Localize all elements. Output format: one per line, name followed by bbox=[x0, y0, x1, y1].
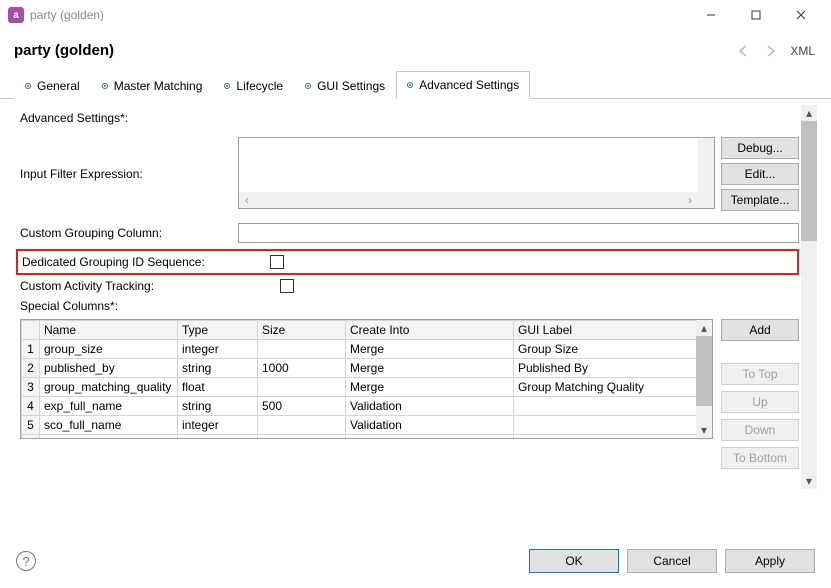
tab-dot-icon bbox=[102, 83, 108, 89]
scroll-up-icon[interactable]: ▴ bbox=[696, 320, 712, 336]
tab-advanced-settings[interactable]: Advanced Settings bbox=[396, 71, 530, 99]
tab-lifecycle[interactable]: Lifecycle bbox=[213, 71, 294, 99]
dedicated-grouping-label: Dedicated Grouping ID Sequence: bbox=[22, 255, 232, 269]
dedicated-grouping-row-highlight: Dedicated Grouping ID Sequence: bbox=[16, 249, 799, 275]
help-icon[interactable]: ? bbox=[16, 551, 36, 571]
cancel-button[interactable]: Cancel bbox=[627, 549, 717, 573]
scroll-down-icon[interactable]: ▾ bbox=[696, 422, 712, 438]
window-title: party (golden) bbox=[30, 8, 688, 22]
scroll-down-icon[interactable]: ▾ bbox=[801, 473, 817, 489]
up-button[interactable]: Up bbox=[721, 391, 799, 413]
th-create-into[interactable]: Create Into bbox=[346, 321, 514, 340]
table-row[interactable]: 5sco_full_nameintegerValidation bbox=[22, 416, 712, 435]
apply-button[interactable]: Apply bbox=[725, 549, 815, 573]
th-name[interactable]: Name bbox=[40, 321, 178, 340]
titlebar: a party (golden) bbox=[0, 0, 831, 30]
scroll-thumb[interactable] bbox=[696, 336, 712, 406]
nav-forward-icon[interactable] bbox=[762, 44, 778, 58]
tab-label: Lifecycle bbox=[236, 79, 283, 93]
page-title: party (golden) bbox=[14, 42, 114, 59]
tab-dot-icon bbox=[25, 83, 31, 89]
edit-button[interactable]: Edit... bbox=[721, 163, 799, 185]
tab-master-matching[interactable]: Master Matching bbox=[91, 71, 214, 99]
tab-label: Master Matching bbox=[114, 79, 203, 93]
th-size[interactable]: Size bbox=[258, 321, 346, 340]
table-vscrollbar[interactable]: ▴ ▾ bbox=[696, 320, 712, 438]
content-vscrollbar[interactable]: ▴ ▾ bbox=[801, 105, 817, 489]
tab-label: General bbox=[37, 79, 80, 93]
tab-dot-icon bbox=[407, 82, 413, 88]
content-pane: Advanced Settings*: Input Filter Express… bbox=[0, 99, 831, 495]
th-type[interactable]: Type bbox=[178, 321, 258, 340]
to-bottom-button[interactable]: To Bottom bbox=[721, 447, 799, 469]
add-button[interactable]: Add bbox=[721, 319, 799, 341]
scroll-right-icon[interactable]: › bbox=[682, 192, 698, 208]
tab-label: GUI Settings bbox=[317, 79, 385, 93]
ok-button[interactable]: OK bbox=[529, 549, 619, 573]
custom-grouping-label: Custom Grouping Column: bbox=[20, 226, 238, 240]
advanced-settings-label: Advanced Settings*: bbox=[20, 111, 238, 125]
tab-general[interactable]: General bbox=[14, 71, 91, 99]
template-button[interactable]: Template... bbox=[721, 189, 799, 211]
scroll-thumb[interactable] bbox=[801, 121, 817, 241]
table-row[interactable]: 4exp_full_namestring500Validation bbox=[22, 397, 712, 416]
to-top-button[interactable]: To Top bbox=[721, 363, 799, 385]
tab-label: Advanced Settings bbox=[419, 78, 519, 92]
hscroll-track[interactable] bbox=[255, 192, 682, 208]
debug-button[interactable]: Debug... bbox=[721, 137, 799, 159]
table-row-new[interactable]: * bbox=[22, 435, 712, 440]
input-filter-label: Input Filter Expression: bbox=[20, 167, 238, 181]
input-filter-textarea[interactable]: ‹ › bbox=[238, 137, 715, 209]
custom-grouping-input[interactable] bbox=[238, 223, 799, 243]
table-row[interactable]: 3group_matching_qualityfloatMergeGroup M… bbox=[22, 378, 712, 397]
nav-back-icon[interactable] bbox=[738, 44, 754, 58]
xml-toggle[interactable]: XML bbox=[790, 44, 815, 58]
tab-gui-settings[interactable]: GUI Settings bbox=[294, 71, 396, 99]
tab-bar: General Master Matching Lifecycle GUI Se… bbox=[0, 71, 831, 99]
app-icon: a bbox=[8, 7, 24, 23]
scroll-up-icon[interactable]: ▴ bbox=[801, 105, 817, 121]
header: party (golden) XML bbox=[0, 30, 831, 65]
minimize-button[interactable] bbox=[688, 1, 733, 29]
scroll-left-icon[interactable]: ‹ bbox=[239, 192, 255, 208]
tab-dot-icon bbox=[224, 83, 230, 89]
maximize-button[interactable] bbox=[733, 1, 778, 29]
custom-activity-label: Custom Activity Tracking: bbox=[20, 279, 238, 293]
th-gui-label[interactable]: GUI Label bbox=[514, 321, 712, 340]
tab-dot-icon bbox=[305, 83, 311, 89]
dedicated-grouping-checkbox[interactable] bbox=[270, 255, 284, 269]
special-columns-table[interactable]: Name Type Size Create Into GUI Label 1gr… bbox=[20, 319, 713, 439]
table-row[interactable]: 1group_sizeintegerMergeGroup Size bbox=[22, 340, 712, 359]
close-button[interactable] bbox=[778, 1, 823, 29]
table-row[interactable]: 2published_bystring1000MergePublished By bbox=[22, 359, 712, 378]
custom-activity-checkbox[interactable] bbox=[280, 279, 294, 293]
special-columns-label: Special Columns*: bbox=[20, 299, 238, 313]
down-button[interactable]: Down bbox=[721, 419, 799, 441]
footer: ? OK Cancel Apply bbox=[0, 534, 831, 588]
